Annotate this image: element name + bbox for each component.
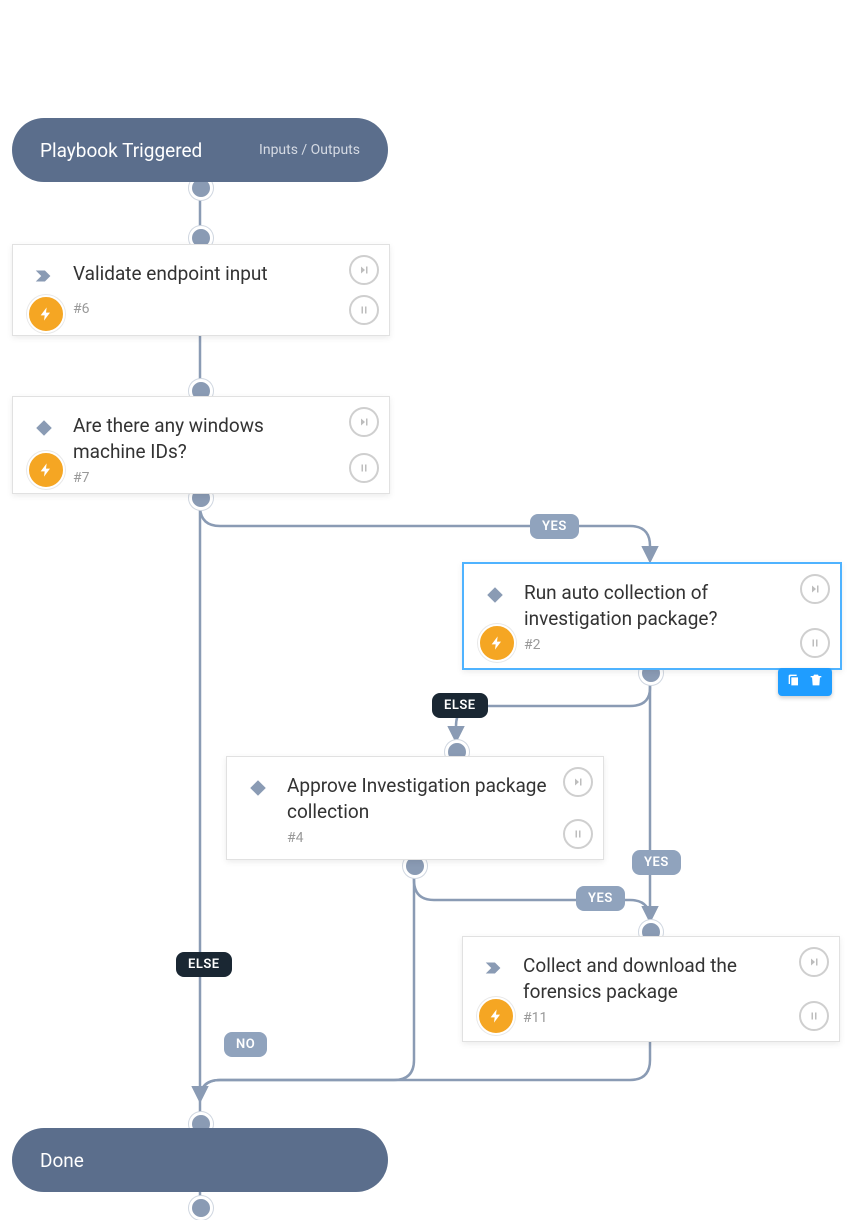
node-action-bar bbox=[778, 668, 832, 696]
end-node[interactable]: Done bbox=[12, 1128, 388, 1192]
pause-button[interactable] bbox=[563, 819, 593, 849]
condition-windows-ids[interactable]: Are there any windows machine IDs? #7 bbox=[12, 396, 390, 494]
task-label: Collect and download the forensics packa… bbox=[523, 953, 783, 1004]
task-id: #6 bbox=[73, 301, 389, 317]
skip-button[interactable] bbox=[563, 767, 593, 797]
end-title: Done bbox=[12, 1149, 84, 1172]
copy-icon[interactable] bbox=[786, 672, 802, 692]
task-label: Approve Investigation package collection bbox=[287, 773, 547, 824]
branch-else: ELSE bbox=[176, 952, 232, 977]
branch-yes: YES bbox=[632, 850, 681, 875]
condition-auto-collection[interactable]: Run auto collection of investigation pac… bbox=[462, 562, 842, 670]
skip-button[interactable] bbox=[800, 574, 830, 604]
task-id: #11 bbox=[523, 1010, 839, 1026]
diamond-icon bbox=[239, 769, 277, 807]
skip-button[interactable] bbox=[349, 407, 379, 437]
branch-else: ELSE bbox=[432, 693, 488, 718]
lightning-icon bbox=[27, 295, 65, 333]
branch-no: NO bbox=[224, 1032, 267, 1057]
skip-button[interactable] bbox=[349, 255, 379, 285]
branch-yes: YES bbox=[530, 514, 579, 539]
lightning-icon bbox=[478, 624, 516, 662]
task-id: #2 bbox=[524, 637, 840, 653]
pause-button[interactable] bbox=[800, 628, 830, 658]
chevron-icon bbox=[475, 949, 513, 987]
lightning-icon bbox=[27, 451, 65, 489]
connector-dot bbox=[189, 1196, 213, 1220]
start-node[interactable]: Playbook Triggered Inputs / Outputs bbox=[12, 118, 388, 182]
task-label: Are there any windows machine IDs? bbox=[73, 413, 333, 464]
chevron-icon bbox=[25, 257, 63, 295]
pause-button[interactable] bbox=[349, 453, 379, 483]
task-approve-collection[interactable]: Approve Investigation package collection… bbox=[226, 756, 604, 860]
start-io-link[interactable]: Inputs / Outputs bbox=[259, 142, 388, 158]
lightning-icon bbox=[477, 997, 515, 1035]
task-id: #7 bbox=[73, 470, 389, 486]
skip-button[interactable] bbox=[799, 947, 829, 977]
pause-button[interactable] bbox=[349, 295, 379, 325]
task-collect-forensics[interactable]: Collect and download the forensics packa… bbox=[462, 936, 840, 1042]
trash-icon[interactable] bbox=[808, 672, 824, 692]
task-label: Run auto collection of investigation pac… bbox=[524, 580, 784, 631]
task-label: Validate endpoint input bbox=[73, 261, 333, 287]
task-id: #4 bbox=[287, 830, 603, 846]
start-title: Playbook Triggered bbox=[12, 139, 202, 162]
task-validate-endpoint[interactable]: Validate endpoint input #6 bbox=[12, 244, 390, 336]
diamond-icon bbox=[476, 576, 514, 614]
pause-button[interactable] bbox=[799, 1001, 829, 1031]
diamond-icon bbox=[25, 409, 63, 447]
branch-yes: YES bbox=[576, 886, 625, 911]
